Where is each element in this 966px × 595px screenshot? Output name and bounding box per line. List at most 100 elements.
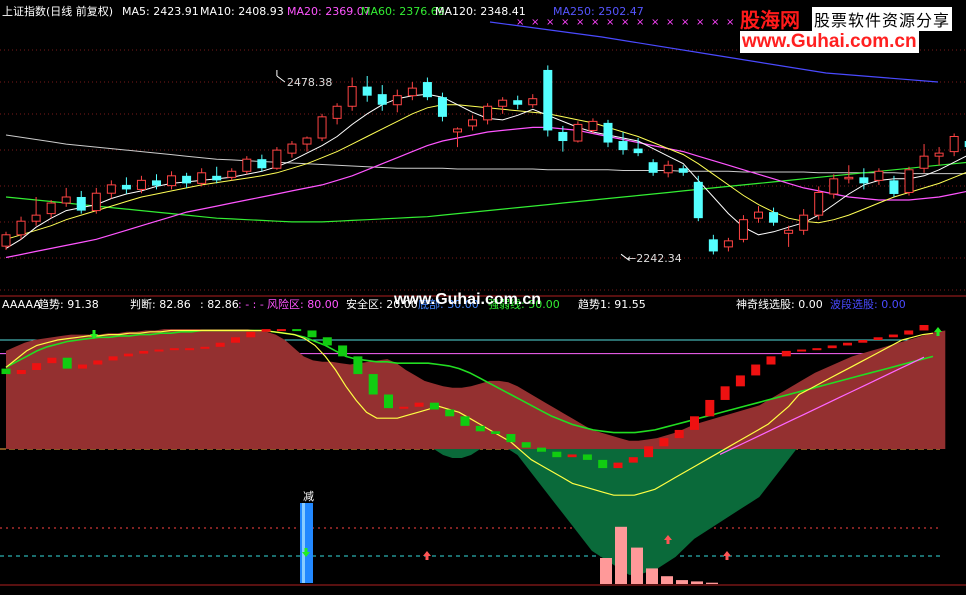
indicator-bar xyxy=(429,402,439,410)
indicator-bar xyxy=(521,442,531,448)
candle-body-up xyxy=(723,240,733,248)
candle-body-down xyxy=(678,168,688,173)
candle-body-up xyxy=(483,105,493,121)
indicator-bar xyxy=(567,454,577,458)
star-marker: × xyxy=(726,17,734,28)
indicator-bar xyxy=(491,431,501,435)
indicator-bar xyxy=(445,409,455,417)
star-marker: × xyxy=(621,17,629,28)
candle-body-down xyxy=(437,97,447,117)
indicator-bar xyxy=(384,394,393,409)
indicator-bar xyxy=(154,349,164,352)
indicator-bar xyxy=(246,331,256,338)
ma-label: MA5: 2423.91 xyxy=(122,5,199,18)
indicator-bar xyxy=(690,416,699,430)
star-marker: × xyxy=(651,17,659,28)
indicator-bar xyxy=(47,357,57,364)
indicator-bar xyxy=(185,348,195,351)
candle-body-down xyxy=(648,162,658,173)
indicator-bar xyxy=(873,337,883,340)
candle-body-up xyxy=(468,119,478,127)
candle-body-down xyxy=(859,177,869,184)
pink-histogram-bar xyxy=(706,582,718,584)
candle-body-up xyxy=(287,143,297,154)
candle-body-up xyxy=(754,211,763,219)
indicator-bar xyxy=(613,462,623,469)
indicator-bar xyxy=(720,386,730,400)
indicator-label: 判断: 82.86 xyxy=(130,297,191,311)
indicator-bar xyxy=(843,342,852,346)
ma-label: MA10: 2408.93 xyxy=(200,5,284,18)
pink-histogram-bar xyxy=(646,568,658,584)
star-marker: × xyxy=(606,17,614,28)
candle-body-down xyxy=(693,181,703,219)
indicator-bar xyxy=(888,334,898,338)
candle-body-up xyxy=(799,214,809,231)
candle-body-up xyxy=(919,155,929,169)
star-marker: × xyxy=(576,17,584,28)
candle-body-up xyxy=(317,116,327,139)
candle-body-up xyxy=(874,170,884,181)
indicator-label: 趋势: 91.38 xyxy=(38,298,99,311)
candle-body-up xyxy=(814,191,824,216)
indicator-bar xyxy=(353,356,363,375)
indicator-bar xyxy=(307,330,317,338)
candle-body-up xyxy=(197,172,207,184)
candle-body-down xyxy=(377,94,387,105)
ma-label: MA120: 2348.41 xyxy=(435,5,526,18)
pink-histogram-bar xyxy=(661,576,673,584)
star-marker: × xyxy=(636,17,644,28)
candle-body-up xyxy=(784,229,794,234)
candle-body-up xyxy=(573,123,583,142)
watermark-brand: 股海网 xyxy=(740,8,800,32)
candle-body-down xyxy=(633,148,643,154)
indicator-bar xyxy=(322,337,332,346)
overlay-url: www.Guhai.com.cn xyxy=(393,291,541,308)
indicator-label: 神奇线选股: 0.00 xyxy=(736,297,823,311)
pink-histogram-bar xyxy=(676,580,688,584)
pink-histogram-bar xyxy=(600,558,612,584)
candle-body-up xyxy=(347,86,357,107)
blue-signal-highlight xyxy=(302,503,305,583)
candle-body-up xyxy=(738,219,748,240)
indicator-bar xyxy=(16,369,26,375)
pink-histogram-bar xyxy=(631,547,643,584)
candle-body-up xyxy=(242,158,252,172)
candle-body-down xyxy=(212,175,222,181)
blue-signal-bar xyxy=(300,503,313,583)
candle-body-down xyxy=(152,180,161,186)
signal-marker-text: 减 xyxy=(303,490,314,503)
indicator-bar xyxy=(414,402,424,407)
indicator-bar xyxy=(215,342,225,347)
indicator-bar xyxy=(460,416,470,426)
indicator-bar xyxy=(674,429,684,439)
indicator-bar xyxy=(62,357,72,369)
indicator-bar xyxy=(292,329,302,332)
candle-body-up xyxy=(272,149,282,169)
watermark-url: www.Guhai.com.cn xyxy=(740,31,919,53)
indicator-bar xyxy=(261,329,271,332)
main-title: 上证指数(日线 前复权) xyxy=(2,4,113,18)
indicator-bar xyxy=(78,364,87,369)
star-marker: × xyxy=(561,17,569,28)
chart-canvas: 2478.38 ←2242.34 × × × × × × × × × × × × × × × 减 上证指数(日线… xyxy=(0,0,966,595)
indicator-label: 趋势1: 91.55 xyxy=(578,298,646,311)
indicator-bar xyxy=(582,454,592,460)
star-marker: × xyxy=(531,17,539,28)
indicator-bar xyxy=(368,374,378,395)
star-marker: × xyxy=(681,17,689,28)
candle-body-up xyxy=(31,214,41,222)
candle-body-up xyxy=(904,169,914,193)
candle-body-up xyxy=(663,164,673,174)
candle-body-up xyxy=(46,202,56,215)
candle-body-down xyxy=(889,180,899,194)
candle-body-up xyxy=(167,175,177,187)
indicator-label: 波段选股: 0.00 xyxy=(830,297,906,311)
candle-body-down xyxy=(121,184,131,190)
indicator-label: 风险区: 80.00 xyxy=(267,297,339,311)
star-marker: × xyxy=(516,17,524,28)
indicator-bar xyxy=(751,364,761,376)
candle-body-down xyxy=(513,100,523,105)
candle-body-up xyxy=(392,95,402,106)
candle-body-down xyxy=(603,122,613,143)
